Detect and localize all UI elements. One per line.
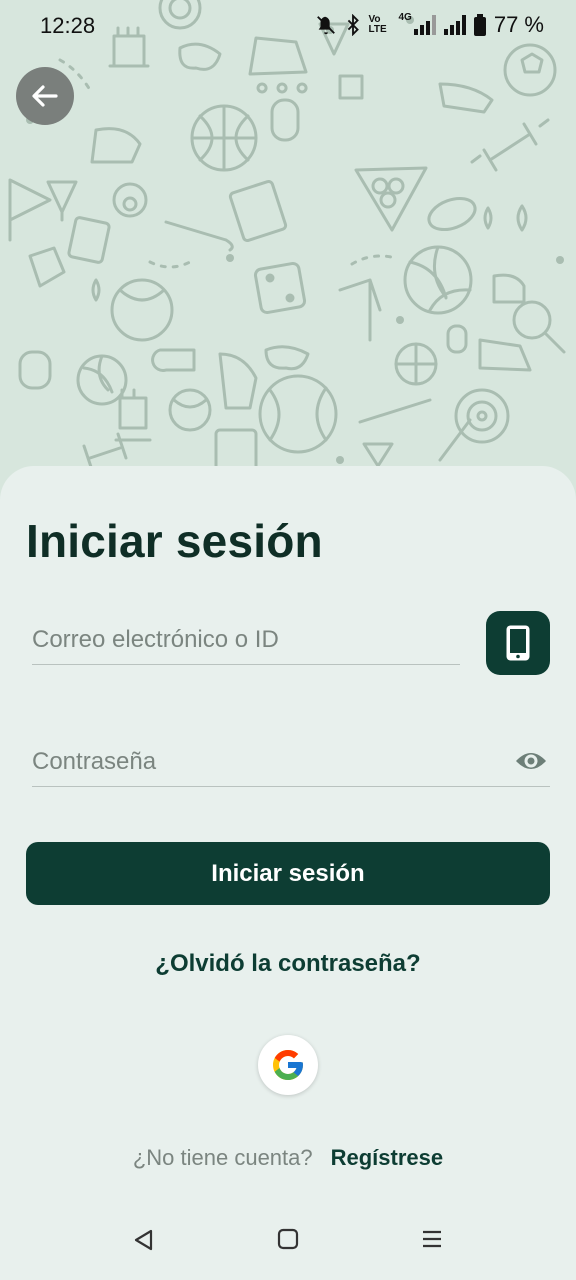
email-placeholder: Correo electrónico o ID [32, 626, 279, 653]
google-logo-icon [273, 1050, 303, 1080]
password-placeholder: Contraseña [32, 748, 157, 775]
status-bar: 12:28 Vo LTE 4G 77 % [0, 0, 576, 50]
arrow-left-icon [32, 85, 58, 107]
signal-strength-2-icon [443, 15, 466, 35]
sports-pattern-background: 12:28 Vo LTE 4G 77 % [0, 0, 576, 520]
triangle-back-icon[interactable] [132, 1228, 154, 1252]
battery-icon [473, 14, 486, 36]
eye-icon[interactable] [514, 748, 548, 774]
page-title: Iniciar sesión [26, 515, 323, 567]
smartphone-icon [506, 625, 530, 661]
sports-pattern-illustration [8, 0, 566, 484]
email-field[interactable]: Correo electrónico o ID [32, 612, 460, 665]
hamburger-menu-icon[interactable] [421, 1228, 443, 1250]
system-navigation-bar [0, 1200, 576, 1280]
status-time: 12:28 [40, 13, 96, 38]
volte-label: Vo LTE [368, 14, 387, 35]
network-type-label: 4G [398, 11, 412, 23]
password-field[interactable]: Contraseña [32, 734, 550, 787]
square-home-icon[interactable] [277, 1228, 299, 1250]
notifications-off-icon [316, 16, 335, 35]
bluetooth-icon [347, 14, 359, 36]
register-link[interactable]: Regístrese [331, 1145, 444, 1170]
google-sign-in-button[interactable] [258, 1035, 318, 1095]
forgot-password-link[interactable]: ¿Olvidó la contraseña? [0, 950, 576, 978]
battery-percent: 77 % [493, 12, 544, 37]
phone-login-button[interactable] [486, 611, 550, 675]
login-button[interactable]: Iniciar sesión [26, 842, 550, 905]
signal-strength-icon [413, 15, 436, 35]
no-account-text: ¿No tiene cuenta? [132, 1145, 313, 1170]
status-icons: Vo LTE 4G 77 % [315, 11, 544, 38]
signup-row: ¿No tiene cuenta? Regístrese [0, 1145, 576, 1171]
back-button[interactable] [16, 67, 74, 125]
